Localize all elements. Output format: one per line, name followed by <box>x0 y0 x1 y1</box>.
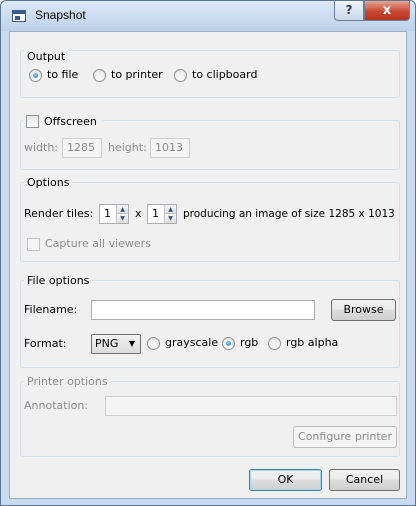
help-button[interactable]: ? <box>334 1 364 21</box>
grayscale-radio[interactable] <box>147 337 160 350</box>
to-file-label[interactable]: to file <box>47 68 78 82</box>
width-label: width: <box>24 141 59 154</box>
arrow-up-icon[interactable]: ▲ <box>165 205 176 214</box>
cancel-button[interactable]: Cancel <box>329 469 400 491</box>
to-printer-label[interactable]: to printer <box>111 68 163 82</box>
arrow-down-icon[interactable]: ▼ <box>165 214 176 223</box>
arrow-down-icon[interactable]: ▼ <box>117 214 128 223</box>
options-group: Options Render tiles: 1 ▲ ▼ x 1 ▲ ▼ prod… <box>20 176 400 262</box>
file-options-group-title: File options <box>24 274 93 287</box>
dialog-body: Output to file to printer to clipboard O… <box>9 31 407 499</box>
width-field[interactable]: 1285 <box>62 138 102 158</box>
rgb-label[interactable]: rgb <box>240 336 258 350</box>
format-combobox[interactable]: PNG ▼ <box>91 334 141 354</box>
tiles-y-value: 1 <box>152 207 159 220</box>
window-title: Snapshot <box>35 8 86 22</box>
tiles-x-spin-buttons: ▲ ▼ <box>116 205 128 223</box>
offscreen-group-title: Offscreen <box>23 114 103 130</box>
browse-button[interactable]: Browse <box>331 299 396 321</box>
rgb-radio[interactable] <box>222 337 235 350</box>
printer-options-group: Printer options Annotation: Configure pr… <box>20 375 400 457</box>
rgb-alpha-label[interactable]: rgb alpha <box>286 336 338 350</box>
output-group: Output to file to printer to clipboard <box>20 50 400 98</box>
tiles-y-spin-buttons: ▲ ▼ <box>164 205 176 223</box>
to-clipboard-label[interactable]: to clipboard <box>192 68 257 82</box>
format-value: PNG <box>95 337 119 350</box>
tiles-y-spinbox[interactable]: 1 ▲ ▼ <box>147 204 177 224</box>
capture-all-viewers-label[interactable]: Capture all viewers <box>45 237 151 251</box>
height-label: height: <box>108 141 147 154</box>
options-group-title: Options <box>24 176 73 189</box>
grayscale-label[interactable]: grayscale <box>165 336 218 350</box>
times-label: x <box>135 207 142 220</box>
filename-field[interactable] <box>91 300 315 320</box>
tiles-x-spinbox[interactable]: 1 ▲ ▼ <box>99 204 129 224</box>
printer-options-group-title: Printer options <box>24 375 111 388</box>
capture-all-viewers-checkbox[interactable] <box>27 238 40 251</box>
offscreen-label[interactable]: Offscreen <box>44 115 97 129</box>
image-size-text: producing an image of size 1285 x 1013 <box>183 208 395 220</box>
output-group-title: Output <box>24 50 69 63</box>
configure-printer-button[interactable]: Configure printer <box>293 426 397 448</box>
snapshot-window: Snapshot ? x Output to file to printer t… <box>0 0 416 506</box>
file-options-group: File options Filename: Browse Format: PN… <box>20 274 400 368</box>
annotation-field[interactable] <box>105 396 397 416</box>
render-tiles-label: Render tiles: <box>24 207 94 220</box>
ok-button[interactable]: OK <box>249 469 322 491</box>
app-window-icon <box>12 10 26 22</box>
to-printer-radio[interactable] <box>93 69 106 82</box>
offscreen-group: Offscreen width: 1285 height: 1013 <box>20 114 400 170</box>
format-label: Format: <box>24 337 67 350</box>
tiles-x-value: 1 <box>104 207 111 220</box>
chevron-down-icon: ▼ <box>128 339 135 348</box>
offscreen-checkbox[interactable] <box>26 115 39 128</box>
filename-label: Filename: <box>24 303 78 316</box>
title-bar[interactable]: Snapshot ? x <box>1 1 415 31</box>
arrow-up-icon[interactable]: ▲ <box>117 205 128 214</box>
to-file-radio[interactable] <box>29 69 42 82</box>
close-button[interactable]: x <box>364 1 410 21</box>
height-field[interactable]: 1013 <box>150 138 190 158</box>
annotation-label: Annotation: <box>24 399 89 412</box>
to-clipboard-radio[interactable] <box>174 69 187 82</box>
rgb-alpha-radio[interactable] <box>268 337 281 350</box>
